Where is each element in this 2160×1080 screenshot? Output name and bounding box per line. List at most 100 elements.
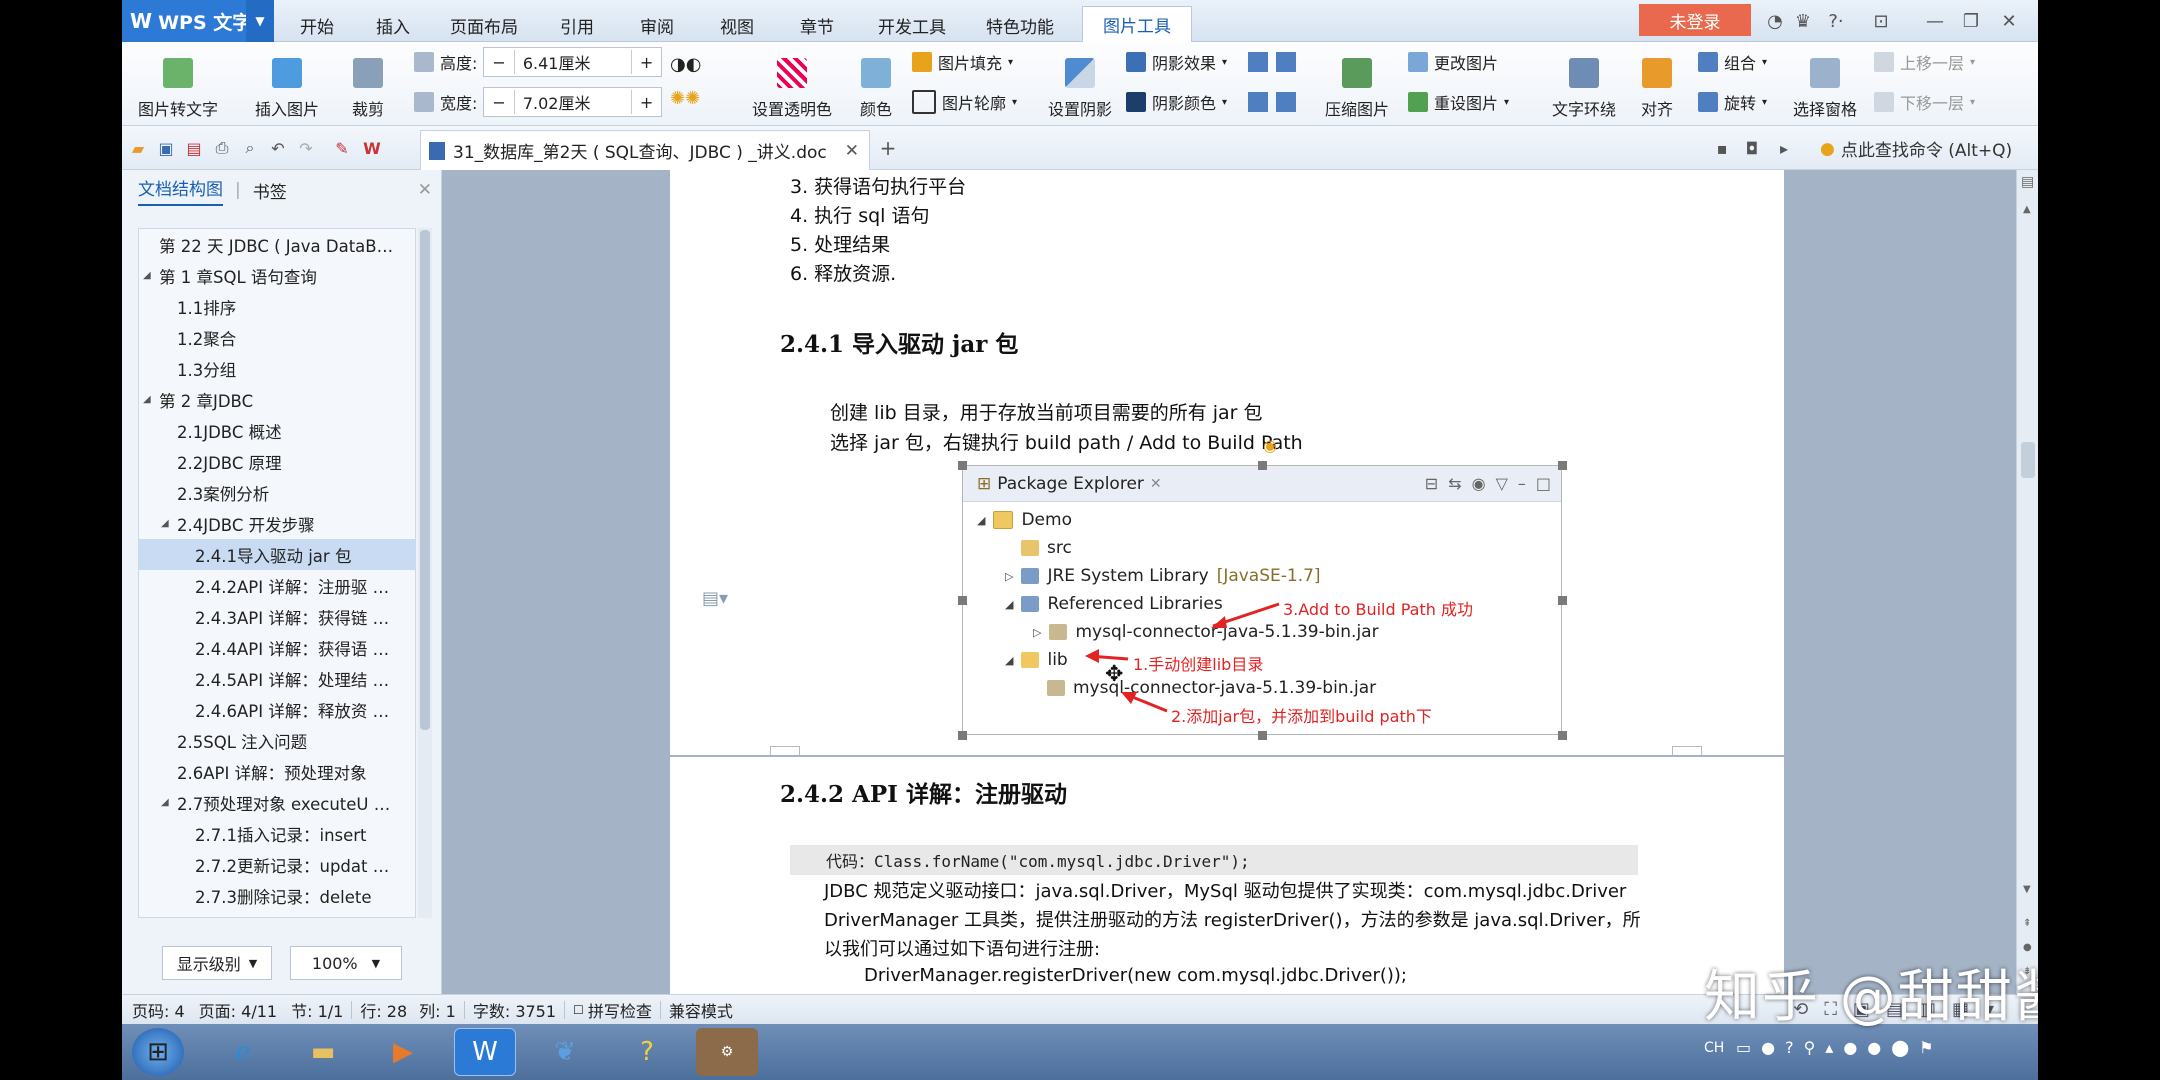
contrast-brightness-group[interactable]: ◑◐ ✺✺	[670, 54, 730, 114]
resize-handle[interactable]	[1558, 461, 1567, 470]
outline-item[interactable]: 2.7.3删除记录：delete	[139, 880, 415, 911]
outline-item[interactable]: ◢ 2.7预处理对象 executeU …	[139, 787, 415, 818]
resize-handle[interactable]	[1558, 596, 1567, 605]
nudge-left-icon[interactable]	[1248, 92, 1268, 112]
outline-item[interactable]: 1.1排序	[139, 291, 415, 322]
height-stepper[interactable]: − 6.41厘米 +	[483, 47, 663, 77]
minimize-icon[interactable]: —	[1922, 8, 1948, 34]
resize-handle[interactable]	[1258, 731, 1267, 740]
outline-scrollbar[interactable]	[418, 228, 432, 918]
tab-page-layout[interactable]: 页面布局	[434, 8, 534, 42]
resize-handle[interactable]	[1258, 461, 1267, 470]
status-spell[interactable]: 拼写检查	[588, 998, 652, 1022]
expand-arrow-icon[interactable]: ◢	[161, 518, 177, 529]
set-shadow-button[interactable]: 设置阴影	[1044, 48, 1116, 120]
outline-item[interactable]: ◢ 第 1 章SQL 语句查询	[139, 260, 415, 291]
outline-item[interactable]: 2.4.3API 详解：获得链 …	[139, 601, 415, 632]
resize-handle[interactable]	[958, 731, 967, 740]
spell-check-checkbox[interactable]: ☐	[573, 1003, 584, 1017]
nudge-right-icon[interactable]	[1276, 92, 1296, 112]
rotate-button[interactable]: 旋转 ▾	[1698, 88, 1767, 116]
nudge-down-icon[interactable]	[1276, 52, 1296, 72]
login-button[interactable]: 未登录	[1639, 4, 1751, 36]
pic-fill-button[interactable]: 图片填充 ▾	[912, 48, 1013, 76]
expand-arrow-icon[interactable]: ◢	[143, 270, 159, 281]
tab-bookmark[interactable]: 书签	[253, 178, 287, 203]
tab-reference[interactable]: 引用	[542, 8, 612, 42]
outline-item[interactable]: 2.6API 详解：预处理对象	[139, 756, 415, 787]
minus-icon[interactable]: −	[484, 93, 513, 112]
scroll-up-icon[interactable]: ▲	[2023, 204, 2031, 215]
outline-item[interactable]: 2.4.1导入驱动 jar 包	[139, 539, 415, 570]
eclipse-taskbar-icon[interactable]: ⚙	[696, 1028, 758, 1076]
outline-item[interactable]: 2.4.4API 详解：获得语 …	[139, 632, 415, 663]
print-icon[interactable]: ⎙	[212, 138, 232, 158]
height-input[interactable]: 6.41厘米	[513, 50, 632, 74]
resize-handle[interactable]	[958, 596, 967, 605]
reset-picture-button[interactable]: 重设图片 ▾	[1408, 88, 1509, 116]
outline-item[interactable]: 2.4.2API 详解：注册驱 …	[139, 570, 415, 601]
shadow-nudge-group[interactable]	[1248, 52, 1304, 114]
outline-item[interactable]: 2.1JDBC 概述	[139, 415, 415, 446]
outline-item[interactable]: 第 22 天 JDBC ( Java DataB…	[139, 229, 415, 260]
resize-handle[interactable]	[958, 461, 967, 470]
set-transparent-button[interactable]: 设置透明色	[742, 48, 842, 120]
tab-insert[interactable]: 插入	[358, 8, 428, 42]
tab-chapter[interactable]: 章节	[782, 8, 852, 42]
tab-features[interactable]: 特色功能	[970, 8, 1070, 42]
width-input[interactable]: 7.02厘米	[513, 90, 632, 114]
select-pane-button[interactable]: 选择窗格	[1788, 48, 1862, 120]
outline-item[interactable]: 2.5SQL 注入问题	[139, 725, 415, 756]
toolbar-icon-a[interactable]: ▪	[1712, 138, 1732, 158]
outline-item[interactable]: 2.2JDBC 原理	[139, 446, 415, 477]
pic-to-text-button[interactable]: 图片转文字	[132, 48, 224, 120]
print-preview-icon[interactable]: ⌕	[240, 138, 260, 158]
start-button[interactable]: ⊞	[132, 1028, 184, 1076]
tray-language[interactable]: CH	[1704, 1040, 1724, 1056]
save-icon[interactable]: ▣	[156, 138, 176, 158]
expand-arrow-icon[interactable]: ◢	[143, 394, 159, 405]
tab-view[interactable]: 视图	[702, 8, 772, 42]
pane-toggle-icon[interactable]: ▤	[2021, 174, 2034, 190]
ie-icon[interactable]: ℯ	[212, 1028, 274, 1076]
redo-icon[interactable]: ↷	[296, 138, 316, 158]
tab-review[interactable]: 审阅	[622, 8, 692, 42]
document-tab[interactable]: 31_数据库_第2天 ( SQL查询、JDBC ) _讲义.doc ✕	[420, 130, 870, 170]
contrast-icon[interactable]: ◑◐	[670, 54, 701, 75]
outline-item[interactable]: 1.2聚合	[139, 322, 415, 353]
tab-outline[interactable]: 文档结构图	[138, 175, 223, 206]
outline-item[interactable]: 2.7.2更新记录：updat …	[139, 849, 415, 880]
shadow-color-button[interactable]: 阴影颜色 ▾	[1126, 88, 1227, 116]
align-button[interactable]: 对齐	[1632, 48, 1682, 120]
media-player-icon[interactable]: ▶	[372, 1028, 434, 1076]
nudge-up-icon[interactable]	[1248, 52, 1268, 72]
outline-item[interactable]: 2.3案例分析	[139, 477, 415, 508]
text-wrap-button[interactable]: 文字环绕	[1542, 48, 1626, 120]
plus-icon[interactable]: +	[632, 53, 661, 72]
wps-writer-taskbar-icon[interactable]: W	[454, 1028, 516, 1076]
vertical-scrollbar[interactable]: ▤ ▲ ▼ ⇞ ● ⇟	[2016, 170, 2038, 994]
outline-item[interactable]: ◢ 第 2 章JDBC	[139, 384, 415, 415]
shirt-icon[interactable]: ♛	[1790, 8, 1816, 34]
open-icon[interactable]: ▰	[128, 138, 148, 158]
display-level-dropdown[interactable]: 显示级别 ▼	[162, 946, 272, 980]
status-words[interactable]: 字数: 3751	[473, 998, 556, 1022]
send-backward-button[interactable]: 下移一层 ▾	[1874, 88, 1975, 116]
new-tab-icon[interactable]: +	[878, 136, 898, 160]
zoom-dropdown[interactable]: 100% ▼	[290, 946, 402, 980]
bring-forward-button[interactable]: 上移一层 ▾	[1874, 48, 1975, 76]
toolbar-icon-c[interactable]: ▸	[1774, 138, 1794, 158]
shadow-effect-button[interactable]: 阴影效果 ▾	[1126, 48, 1227, 76]
rotate-handle-icon[interactable]: ◉	[1263, 436, 1277, 455]
tab-picture-tools[interactable]: 图片工具	[1082, 6, 1192, 42]
app-menu-button[interactable]: W WPS 文字 ▼	[122, 0, 274, 42]
minus-icon[interactable]: −	[484, 53, 513, 72]
outline-item[interactable]: 1.3分组	[139, 353, 415, 384]
tab-start[interactable]: 开始	[282, 8, 352, 42]
format-painter-icon[interactable]: ✎	[332, 138, 352, 158]
expand-arrow-icon[interactable]: ◢	[161, 797, 177, 808]
toolbar-icon-b[interactable]: ◘	[1742, 138, 1762, 158]
close-icon[interactable]: ✕	[1996, 8, 2022, 34]
pdf-icon[interactable]: ▤	[184, 138, 204, 158]
skin-icon[interactable]: ◔	[1762, 8, 1788, 34]
